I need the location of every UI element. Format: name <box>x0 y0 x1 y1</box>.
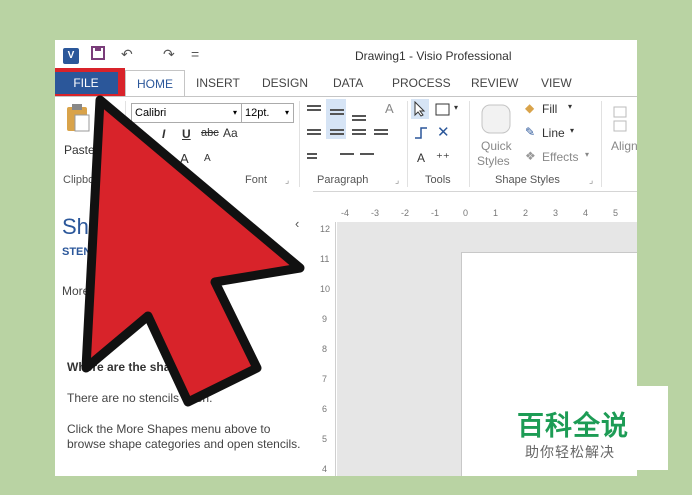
watermark-main-text: 百科全说 <box>517 411 629 441</box>
watermark-logo: 百科全说 助你轻松解决 <box>502 386 668 470</box>
watermark-sub-text: 助你轻松解决 <box>525 444 615 460</box>
